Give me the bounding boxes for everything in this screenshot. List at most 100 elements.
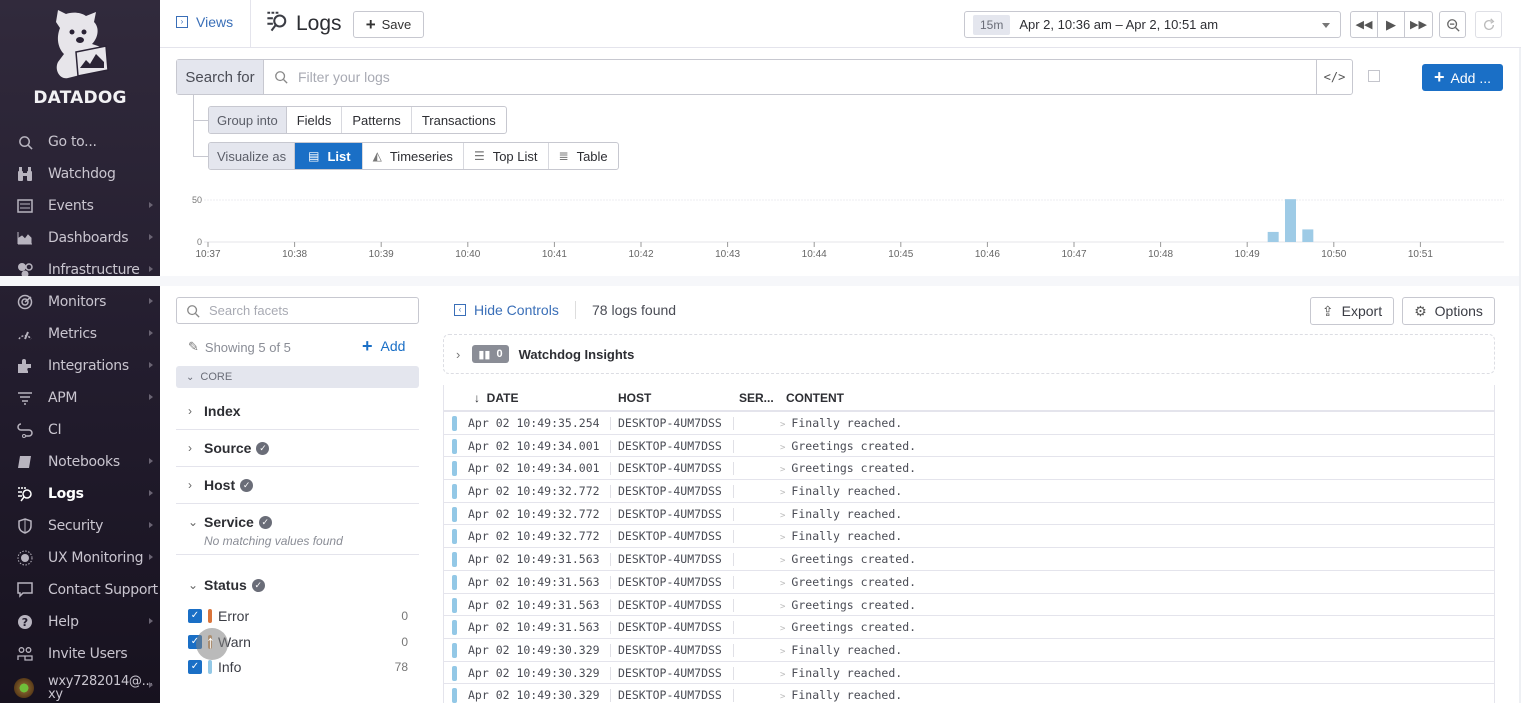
search-field[interactable] [264, 60, 1316, 94]
checkbox-checked[interactable]: ✓ [188, 609, 202, 623]
search-input[interactable] [298, 69, 1198, 85]
log-row[interactable]: Apr 02 10:49:34.001 DESKTOP-4UM7DSS > Greet… [444, 457, 1494, 481]
chevron-right-icon [149, 202, 153, 208]
log-row[interactable]: Apr 02 10:49:31.563 DESKTOP-4UM7DSS > Greet… [444, 571, 1494, 594]
log-host: DESKTOP-4UM7DSS [618, 665, 722, 680]
refresh-button[interactable] [1475, 11, 1502, 38]
sidebar-user-menu[interactable]: wxy7282014@... xy [0, 670, 160, 703]
viz-option-toplist[interactable]: ☰ Top List [464, 143, 549, 169]
facet-section-core[interactable]: ⌄ CORE [176, 366, 419, 388]
save-view-button[interactable]: + Save [353, 11, 424, 38]
x-tick-label: 10:41 [542, 249, 567, 260]
hide-controls-label: Hide Controls [474, 302, 559, 318]
options-label: Options [1434, 303, 1483, 319]
viz-option-label: Table [576, 148, 608, 164]
sidebar-item-integrations[interactable]: Integrations [0, 350, 160, 382]
facet-search-input[interactable] [209, 303, 409, 318]
fast-forward-button[interactable]: ▶▶ [1405, 12, 1432, 37]
status-value-info[interactable]: ✓ Info 78 [188, 656, 408, 678]
log-row[interactable]: Apr 02 10:49:31.563 DESKTOP-4UM7DSS > Greet… [444, 594, 1494, 617]
sidebar-item-ci[interactable]: CI [0, 414, 160, 446]
sidebar-item-ux-monitoring[interactable]: UX Monitoring [0, 542, 160, 574]
sidebar-item-apm[interactable]: APM [0, 382, 160, 414]
column-header-service[interactable]: SER... [739, 391, 774, 405]
log-row[interactable]: Apr 02 10:49:30.329 DESKTOP-4UM7DSS > Final… [444, 639, 1494, 662]
sidebar-item-invite-users[interactable]: Invite Users [0, 638, 160, 670]
log-volume-histogram[interactable]: 0 50 10:37 10:38 10:39 10:40 10:41 10:42 10:43 10… [176, 185, 1506, 265]
viz-option-table[interactable]: ≣ Table [549, 143, 618, 169]
query-syntax-button[interactable]: </> [1316, 60, 1352, 94]
log-row[interactable]: Apr 02 10:49:31.563 DESKTOP-4UM7DSS > Greet… [444, 548, 1494, 571]
sidebar-item-notebooks[interactable]: Notebooks [0, 446, 160, 478]
add-facet-button[interactable]: + Add [362, 337, 405, 355]
checkbox-checked[interactable]: ✓ [188, 660, 202, 674]
chevron-right-icon [149, 522, 153, 528]
log-date: Apr 02 10:49:31.563 [468, 552, 600, 567]
log-host: DESKTOP-4UM7DSS [618, 461, 722, 476]
facet-header[interactable]: › Source ✓ [176, 430, 419, 466]
logs-icon [266, 10, 288, 38]
facet-count-text: Showing 5 of 5 [204, 339, 291, 355]
sidebar-item-contact-support[interactable]: Contact Support [0, 574, 160, 606]
datadog-logo[interactable]: DATADOG [0, 8, 160, 118]
watchdog-insights-panel[interactable]: › ▮▮ 0 Watchdog Insights [443, 334, 1495, 374]
log-content: > Greetings created. [780, 575, 916, 589]
column-header-content[interactable]: CONTENT [786, 391, 844, 405]
log-row[interactable]: Apr 02 10:49:30.329 DESKTOP-4UM7DSS > Final… [444, 684, 1494, 703]
views-button[interactable]: › Views [176, 14, 233, 30]
facet-count[interactable]: ✎ Showing 5 of 5 [188, 339, 291, 355]
hide-controls-button[interactable]: ‹ Hide Controls [454, 302, 559, 318]
log-content: > Greetings created. [780, 598, 916, 612]
group-option-transactions[interactable]: Transactions [412, 107, 506, 133]
sidebar-item-metrics[interactable]: Metrics [0, 318, 160, 350]
log-row[interactable]: Apr 02 10:49:30.329 DESKTOP-4UM7DSS > Final… [444, 662, 1494, 685]
status-value-error[interactable]: ✓ Error 0 [188, 605, 408, 627]
export-button[interactable]: ⇪ Export [1310, 297, 1394, 325]
play-button[interactable]: ▶ [1378, 12, 1405, 37]
log-row[interactable]: Apr 02 10:49:34.001 DESKTOP-4UM7DSS > Greet… [444, 435, 1494, 458]
facet-name: Index [204, 403, 241, 419]
log-row[interactable]: Apr 02 10:49:31.563 DESKTOP-4UM7DSS > Greet… [444, 616, 1494, 639]
viz-option-list[interactable]: ▤ List [295, 143, 363, 169]
status-indicator-info [452, 597, 457, 613]
facet-header[interactable]: › Host ✓ [176, 467, 419, 503]
collapse-panel-icon: ‹ [454, 304, 466, 316]
y-tick-label: 0 [197, 237, 202, 247]
log-message: Greetings created. [791, 597, 917, 612]
facet-header[interactable]: › Index [176, 393, 419, 429]
zoom-out-button[interactable] [1439, 11, 1466, 38]
log-row[interactable]: Apr 02 10:49:32.772 DESKTOP-4UM7DSS > Final… [444, 480, 1494, 503]
expand-caret-icon: > [780, 442, 786, 453]
viz-option-timeseries[interactable]: ◭ Timeseries [363, 143, 464, 169]
sidebar-item-dashboards[interactable]: Dashboards [0, 222, 160, 254]
facet-search-field[interactable] [176, 297, 419, 324]
add-query-button[interactable]: + Add ... [1422, 64, 1503, 91]
options-button[interactable]: ⚙ Options [1402, 297, 1495, 325]
expand-caret-icon: > [780, 488, 786, 499]
group-option-fields[interactable]: Fields [287, 107, 343, 133]
sidebar-item-watchdog[interactable]: Watchdog [0, 158, 160, 190]
facet-header[interactable]: ⌄ Status ✓ [176, 567, 419, 603]
sidebar-item-logs[interactable]: Logs [0, 478, 160, 510]
chevron-down-icon: ⌄ [188, 578, 199, 592]
log-row[interactable]: Apr 02 10:49:35.254 DESKTOP-4UM7DSS > Final… [444, 412, 1494, 435]
viz-option-label: Top List [492, 148, 538, 164]
status-indicator-info [452, 574, 457, 590]
sidebar-item-goto[interactable]: Go to... [0, 126, 160, 158]
log-row[interactable]: Apr 02 10:49:32.772 DESKTOP-4UM7DSS > Final… [444, 503, 1494, 526]
sidebar-item-monitors[interactable]: Monitors [0, 286, 160, 318]
column-header-date[interactable]: ↓ DATE [474, 391, 518, 405]
sidebar-item-help[interactable]: ? Help [0, 606, 160, 638]
page-title: Logs [266, 10, 342, 38]
split-view-icon[interactable] [1368, 70, 1380, 82]
group-option-patterns[interactable]: Patterns [342, 107, 412, 133]
log-row[interactable]: Apr 02 10:49:32.772 DESKTOP-4UM7DSS > Final… [444, 525, 1494, 549]
sidebar-item-events[interactable]: Events [0, 190, 160, 222]
visualize-as-label: Visualize as [209, 143, 296, 169]
sidebar-item-security[interactable]: Security [0, 510, 160, 542]
column-header-host[interactable]: HOST [618, 391, 651, 405]
chevron-right-icon [149, 234, 153, 240]
log-message: Finally reached. [791, 665, 903, 680]
rewind-button[interactable]: ◀◀ [1351, 12, 1378, 37]
time-range-picker[interactable]: 15m Apr 2, 10:36 am – Apr 2, 10:51 am [964, 11, 1341, 38]
